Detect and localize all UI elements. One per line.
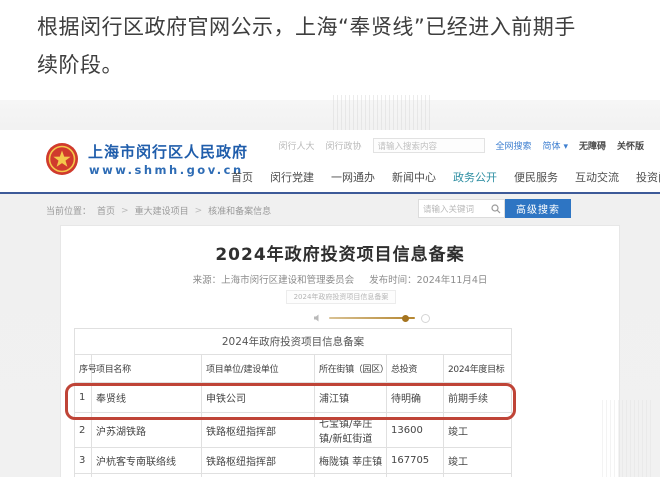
speaker-icon[interactable]: [313, 313, 323, 323]
full-site-search-link[interactable]: 全网搜索: [496, 139, 532, 152]
cell-unit: 铁路枢纽指挥部: [202, 448, 315, 474]
cell-project-name: 沪杭客专南联络线: [92, 448, 202, 474]
breadcrumb-major-projects[interactable]: 重大建设项目: [135, 204, 189, 217]
cell-target: 前期手续: [444, 383, 512, 413]
header-search-input[interactable]: [373, 138, 485, 153]
cell-project-name: 沪苏湖铁路: [92, 413, 202, 448]
cell-target: 竣工: [444, 448, 512, 474]
accessibility-link[interactable]: 无障碍: [579, 139, 606, 152]
cell-investment: 待明确: [387, 383, 444, 413]
breadcrumb-bar: 当前位置： 首页 > 重大建设项目 > 核准和备案信息 高级搜索: [0, 196, 660, 224]
document-title: 2024年政府投资项目信息备案: [61, 240, 619, 265]
col-unit: 项目单位/建设单位: [202, 355, 315, 383]
link-renda[interactable]: 闵行人大: [279, 139, 315, 152]
col-target: 2024年度目标: [444, 355, 512, 383]
cell-town: 浦江镇: [315, 383, 387, 413]
cell-unit: 申铁公司: [202, 383, 315, 413]
site-header: 上海市闵行区人民政府 www.shmh.gov.cn 闵行人大 闵行政协 全网搜…: [0, 130, 660, 194]
nav-home[interactable]: 首页: [231, 169, 253, 185]
stripe-texture-right: [602, 400, 654, 477]
breadcrumb-home[interactable]: 首页: [97, 204, 115, 217]
nav-convenience[interactable]: 便民服务: [514, 169, 558, 185]
table-header-row: 序号 项目名称 项目单位/建设单位 所在街镇（园区） 总投资 2024年度目标: [75, 355, 512, 383]
table-row-fengxian-line: 1 奉贤线 申铁公司 浦江镇 待明确 前期手续: [75, 383, 512, 413]
projects-table: 2024年政府投资项目信息备案 序号 项目名称 项目单位/建设单位 所在街镇（园…: [74, 328, 512, 477]
cell-investment: 13600: [387, 413, 444, 448]
audio-progress-handle[interactable]: [402, 315, 409, 322]
cell-unit: 铁路枢纽指挥部: [202, 413, 315, 448]
main-nav: 首页 闵行党建 一网通办 新闻中心 政务公开 便民服务 互动交流 投资闵行 闵行…: [231, 169, 660, 185]
table-caption: 2024年政府投资项目信息备案: [74, 328, 512, 354]
cell-no: 3: [75, 448, 92, 474]
breadcrumb-separator: >: [195, 206, 203, 216]
keyword-search-box: [418, 199, 505, 218]
nav-party[interactable]: 闵行党建: [270, 169, 314, 185]
document-card: 2024年政府投资项目信息备案 来源：上海市闵行区建设和管理委员会 发布时间：2…: [60, 225, 620, 477]
audio-player: [313, 312, 443, 324]
keyword-search-input[interactable]: [419, 204, 491, 214]
site-title: 上海市闵行区人民政府: [88, 141, 248, 162]
article-intro-text: 根据闵行区政府官网公示，上海“奉贤线”已经进入前期手续阶段。: [37, 8, 582, 84]
advanced-search-button[interactable]: 高级搜索: [505, 199, 571, 218]
cell-town: 梅陇镇 莘庄镇: [315, 448, 387, 474]
gov-emblem-logo: [45, 142, 79, 176]
col-town: 所在街镇（园区）: [315, 355, 387, 383]
stripe-texture-top: [333, 95, 433, 135]
search-icon[interactable]: [491, 204, 504, 214]
breadcrumb: 当前位置： 首页 > 重大建设项目 > 核准和备案信息: [46, 204, 271, 217]
nav-gov-info[interactable]: 政务公开: [453, 169, 497, 185]
col-project-name: 项目名称: [92, 355, 202, 383]
care-mode-link[interactable]: 关怀版: [617, 139, 644, 152]
document-publish-date: 发布时间：2024年11月4日: [369, 275, 487, 286]
table-row-partial: [75, 474, 512, 477]
cell-no: 1: [75, 383, 92, 413]
website-screenshot: 上海市闵行区人民政府 www.shmh.gov.cn 闵行人大 闵行政协 全网搜…: [0, 100, 660, 477]
language-dropdown[interactable]: 简体 ▾: [543, 139, 568, 152]
header-top-links: 闵行人大 闵行政协 全网搜索 简体 ▾ 无障碍 关怀版: [279, 138, 645, 153]
nav-news[interactable]: 新闻中心: [392, 169, 436, 185]
col-investment: 总投资: [387, 355, 444, 383]
cell-town: 七宝镇/莘庄镇/新虹街道: [315, 413, 387, 448]
audio-progress-bar[interactable]: [329, 317, 415, 319]
nav-interaction[interactable]: 互动交流: [575, 169, 619, 185]
cell-investment: 167705: [387, 448, 444, 474]
nav-services[interactable]: 一网通办: [331, 169, 375, 185]
cell-no: 2: [75, 413, 92, 448]
breadcrumb-label: 当前位置：: [46, 204, 91, 217]
table-row-huhang-link-line: 3 沪杭客专南联络线 铁路枢纽指挥部 梅陇镇 莘庄镇 167705 竣工: [75, 448, 512, 474]
table-row-husuhu-railway: 2 沪苏湖铁路 铁路枢纽指挥部 七宝镇/莘庄镇/新虹街道 13600 竣工: [75, 413, 512, 448]
link-zhengxie[interactable]: 闵行政协: [326, 139, 362, 152]
col-no: 序号: [75, 355, 92, 383]
audio-loop-icon[interactable]: [421, 314, 430, 323]
cell-project-name: 奉贤线: [92, 383, 202, 413]
breadcrumb-filing-info[interactable]: 核准和备案信息: [208, 204, 271, 217]
cell-target: 竣工: [444, 413, 512, 448]
document-meta: 来源：上海市闵行区建设和管理委员会 发布时间：2024年11月4日: [61, 272, 619, 286]
document-source: 来源：上海市闵行区建设和管理委员会: [193, 275, 355, 286]
chevron-down-icon: ▾: [563, 142, 568, 152]
breadcrumb-separator: >: [121, 206, 129, 216]
nav-invest[interactable]: 投资闵行: [636, 169, 660, 185]
article-page: 根据闵行区政府官网公示，上海“奉贤线”已经进入前期手续阶段。 上海市闵行区人民政…: [0, 0, 660, 477]
site-url: www.shmh.gov.cn: [89, 163, 244, 177]
attachment-link[interactable]: 2024年政府投资项目信息备案: [286, 290, 396, 304]
